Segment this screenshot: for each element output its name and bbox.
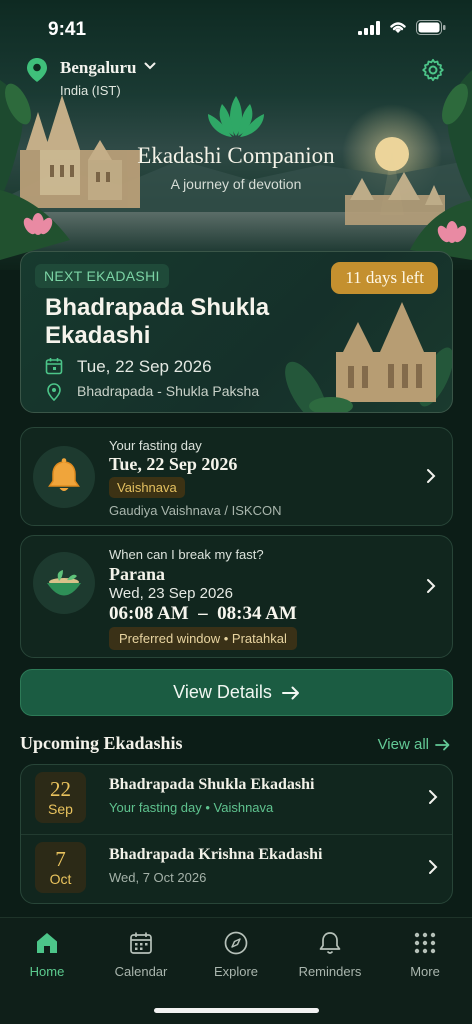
signal-icon	[358, 20, 380, 35]
view-details-label: View Details	[173, 682, 272, 702]
food-bowl-icon	[47, 570, 81, 596]
date-day: 7	[55, 847, 66, 871]
ekadashi-subtitle: Your fasting day • Vaishnava	[109, 800, 274, 815]
tab-reminders[interactable]: Reminders	[283, 928, 377, 979]
next-ekadashi-card[interactable]: NEXT EKADASHI 11 days left Bhadrapada Sh…	[20, 251, 453, 413]
tab-calendar-label: Calendar	[114, 964, 168, 979]
next-ekadashi-badge: NEXT EKADASHI	[35, 264, 169, 288]
list-item[interactable]: 22 Sep Bhadrapada Shukla Ekadashi Your f…	[21, 765, 452, 835]
tab-calendar[interactable]: Calendar	[94, 928, 188, 979]
preferred-window-badge: Preferred window • Pratahkal	[109, 627, 297, 650]
chevron-down-icon	[144, 62, 156, 70]
fasting-day-card[interactable]: Your fasting day Tue, 22 Sep 2026 Vaishn…	[20, 427, 453, 526]
parana-card[interactable]: When can I break my fast? Parana Wed, 23…	[20, 535, 453, 658]
view-details-button[interactable]: View Details	[20, 669, 453, 716]
fasting-day-label: Your fasting day	[109, 438, 202, 453]
parana-time: 06:08 AM – 08:34 AM	[109, 603, 297, 624]
arrow-right-icon	[435, 739, 450, 750]
location-timezone: India (IST)	[60, 83, 121, 98]
next-ekadashi-date: Tue, 22 Sep 2026	[77, 357, 212, 376]
tab-explore[interactable]: Explore	[189, 928, 283, 979]
grid-icon	[414, 932, 436, 954]
chevron-right-icon	[429, 860, 438, 874]
bell-icon	[48, 458, 80, 491]
chevron-right-icon	[429, 790, 438, 804]
date-tile: 7 Oct	[35, 842, 86, 893]
upcoming-list: 22 Sep Bhadrapada Shukla Ekadashi Your f…	[20, 764, 453, 904]
map-pin-icon	[47, 383, 61, 401]
tab-explore-label: Explore	[213, 964, 259, 979]
home-icon	[37, 933, 57, 953]
home-indicator	[154, 1008, 319, 1013]
map-pin-icon	[27, 58, 47, 82]
tab-more-label: More	[410, 964, 440, 979]
ekadashi-name: Bhadrapada Krishna Ekadashi	[109, 846, 323, 863]
tab-more[interactable]: More	[378, 928, 472, 979]
settings-gear-icon[interactable]	[421, 58, 445, 82]
fasting-day-date: Tue, 22 Sep 2026	[109, 454, 238, 474]
date-day: 22	[50, 777, 71, 801]
parana-question: When can I break my fast?	[109, 547, 264, 562]
date-month: Sep	[48, 801, 73, 817]
app-subtitle: A journey of devotion	[170, 176, 302, 192]
view-all-label: View all	[377, 736, 429, 753]
bowl-icon-circle	[33, 552, 95, 614]
status-icons	[358, 20, 446, 35]
tab-reminders-label: Reminders	[298, 964, 362, 979]
wifi-icon	[390, 22, 406, 33]
chevron-right-icon	[427, 469, 436, 483]
status-time: 9:41	[48, 19, 87, 40]
parana-date: Wed, 23 Sep 2026	[109, 585, 233, 602]
chevron-right-icon	[427, 579, 436, 593]
ekadashi-subtitle: Wed, 7 Oct 2026	[109, 870, 207, 885]
location-city: Bengaluru	[60, 58, 137, 77]
calendar-icon	[45, 358, 63, 375]
bell-icon-circle	[33, 446, 95, 508]
upcoming-section-title: Upcoming Ekadashis	[20, 733, 183, 753]
days-left-badge: 11 days left	[331, 262, 438, 294]
list-item[interactable]: 7 Oct Bhadrapada Krishna Ekadashi Wed, 7…	[21, 834, 452, 903]
tradition-badge: Vaishnava	[109, 477, 185, 498]
tradition-name: Gaudiya Vaishnava / ISKCON	[109, 503, 282, 518]
parana-title: Parana	[109, 564, 165, 584]
tab-home-label: Home	[29, 964, 65, 979]
next-ekadashi-paksha: Bhadrapada - Shukla Paksha	[77, 383, 260, 399]
status-bar: 9:41	[0, 0, 472, 60]
date-tile: 22 Sep	[35, 772, 86, 823]
ekadashi-name: Bhadrapada Shukla Ekadashi	[109, 776, 315, 793]
lotus-logo-icon	[208, 96, 264, 137]
bell-icon	[319, 932, 341, 954]
view-all-link[interactable]: View all	[378, 736, 450, 753]
battery-icon	[416, 20, 446, 35]
calendar-icon	[130, 932, 152, 954]
tab-home[interactable]: Home	[0, 928, 94, 979]
next-ekadashi-title: Bhadrapada Shukla Ekadashi	[45, 294, 270, 349]
app-title: Ekadashi Companion	[137, 143, 335, 168]
date-month: Oct	[49, 871, 72, 887]
compass-icon	[224, 931, 248, 955]
arrow-right-icon	[281, 686, 299, 699]
